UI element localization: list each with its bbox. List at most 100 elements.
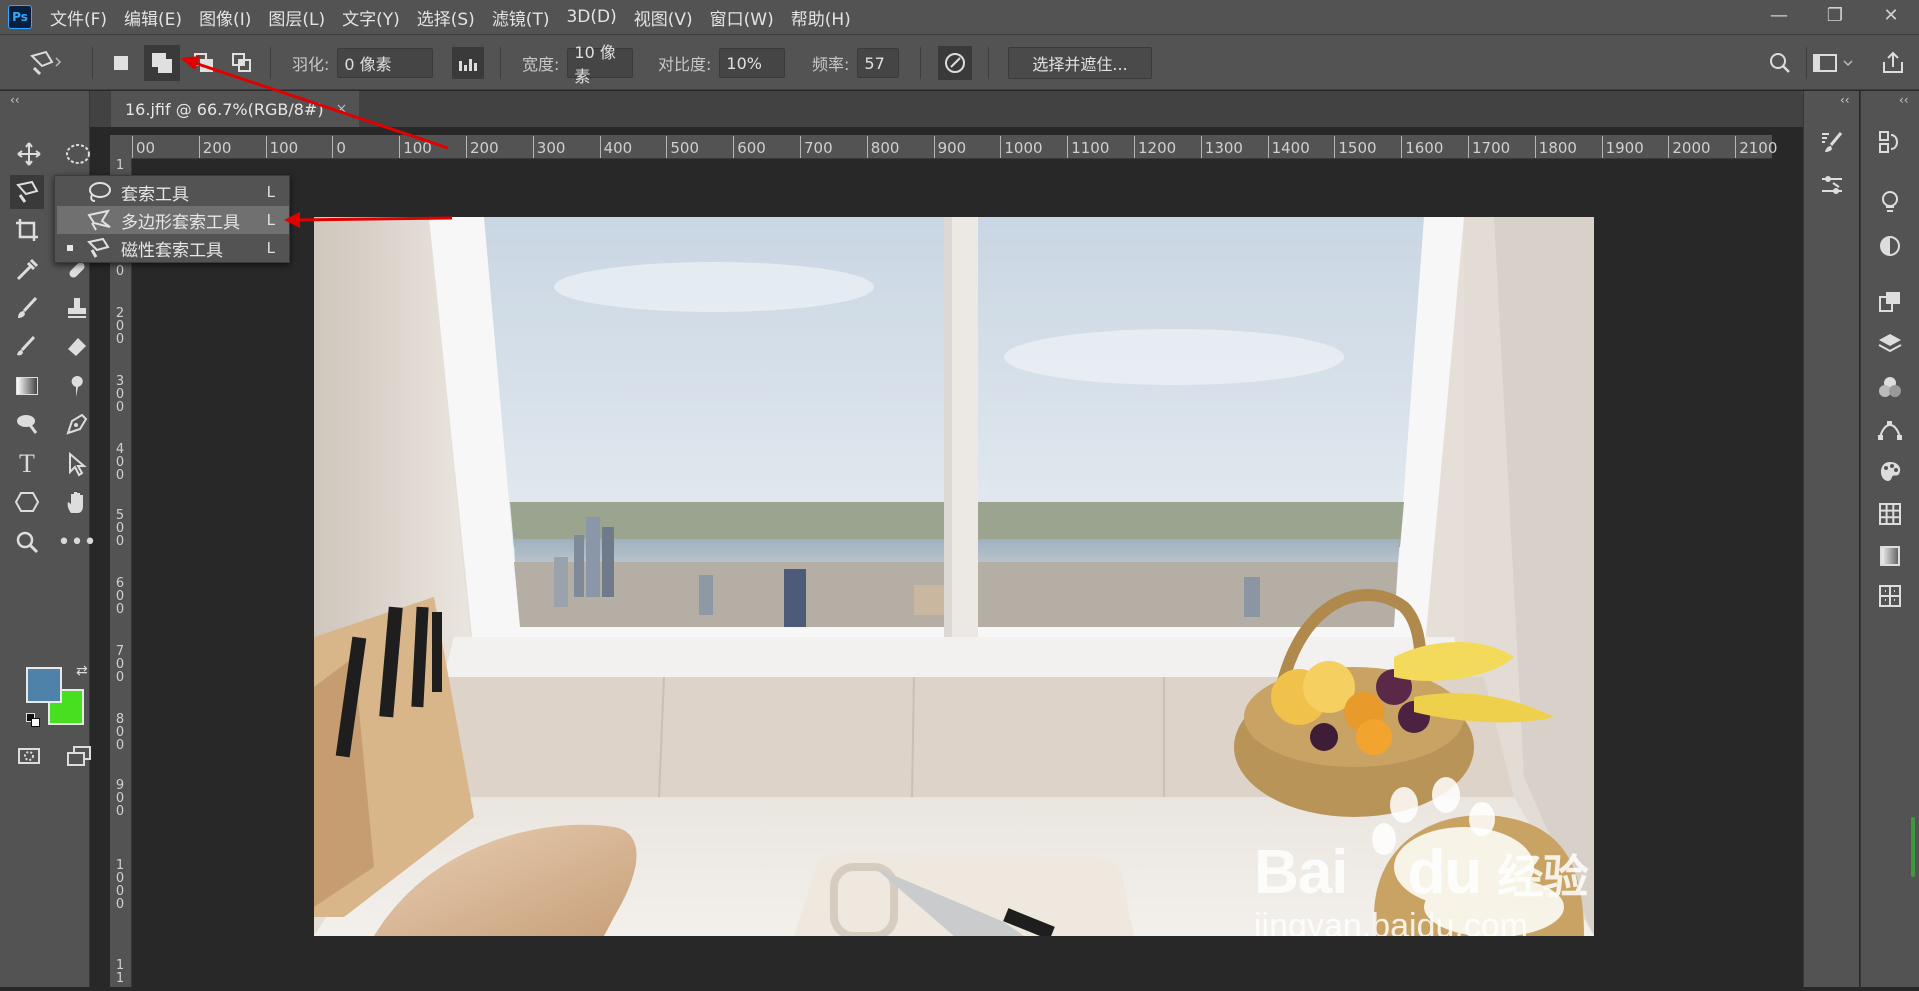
history-brush-icon (17, 335, 36, 356)
menu-layer[interactable]: 图层(L) (268, 5, 325, 30)
collapse-toolbar-icon[interactable]: ‹‹ (10, 93, 20, 107)
ruler-tick-label: 1800 (1538, 139, 1577, 157)
quick-mask-icon (18, 748, 40, 764)
swatches-panel-button[interactable] (1873, 497, 1907, 531)
panel-scrollbar[interactable] (1911, 817, 1915, 877)
add-to-selection-button[interactable] (144, 35, 180, 91)
menu-image[interactable]: 图像(I) (199, 5, 251, 30)
brushes-panel-button[interactable] (1815, 169, 1849, 203)
smudge-tool[interactable] (60, 369, 94, 403)
eyedropper-icon (16, 258, 39, 281)
ruler-tick-label: 900 (937, 139, 967, 157)
stylus-pressure-button[interactable] (938, 35, 972, 91)
hand-tool[interactable] (60, 485, 94, 519)
menu-window[interactable]: 窗口(W) (710, 5, 774, 30)
gradient-tool[interactable] (10, 369, 44, 403)
layers-panel-button[interactable] (1873, 327, 1907, 361)
ruler-tick-label: 1100 (1071, 139, 1110, 157)
ruler-tick-label: 1 1 (115, 958, 125, 986)
select-and-mask-button[interactable]: 选择并遮住... (1008, 47, 1152, 79)
shape-tool[interactable] (10, 485, 44, 519)
flyout-shortcut: L (266, 211, 275, 229)
minimize-button[interactable]: — (1751, 0, 1807, 30)
channels-panel-button[interactable] (1873, 371, 1907, 405)
marquee-tool[interactable] (61, 137, 95, 171)
eraser-tool[interactable] (60, 329, 94, 363)
new-selection-icon (114, 56, 128, 70)
tool-preset-picker[interactable] (26, 35, 62, 91)
contrast-input[interactable]: 10% (719, 48, 786, 78)
restore-button[interactable]: ❐ (1807, 0, 1863, 30)
search-icon (1770, 53, 1790, 73)
history-brush-tool[interactable] (10, 329, 44, 363)
hand-icon (67, 492, 83, 513)
menu-edit[interactable]: 编辑(E) (124, 5, 182, 30)
lasso-tool[interactable] (10, 175, 44, 209)
swatches-grid-icon (1879, 503, 1901, 525)
menu-filter[interactable]: 滤镜(T) (492, 5, 550, 30)
search-button[interactable] (1768, 35, 1792, 91)
libraries-icon (1879, 292, 1900, 312)
share-button[interactable] (1880, 35, 1906, 91)
screen-mode-button[interactable] (62, 739, 96, 773)
new-selection-button[interactable] (114, 35, 128, 91)
more-tools-button[interactable]: ••• (58, 525, 97, 559)
close-window-button[interactable]: ✕ (1863, 0, 1919, 30)
default-colors-icon[interactable] (26, 713, 40, 727)
tablet-pressure-button[interactable] (452, 35, 484, 91)
magnetic-lasso-icon (30, 50, 62, 76)
ruler-tick-label: 1 0 0 0 (115, 858, 125, 912)
menu-type[interactable]: 文字(Y) (342, 5, 400, 30)
pen-tool[interactable] (60, 407, 94, 441)
ruler-tick-label: 100 (403, 139, 432, 157)
flyout-item-polygonal-lasso[interactable]: 多边形套索工具 L (57, 206, 289, 234)
quick-mask-button[interactable] (12, 739, 46, 773)
menu-view[interactable]: 视图(V) (634, 5, 693, 30)
close-tab-icon[interactable]: × (336, 101, 348, 117)
clone-stamp-tool[interactable] (60, 291, 94, 325)
dodge-tool[interactable] (10, 407, 44, 441)
menu-file[interactable]: 文件(F) (50, 5, 107, 30)
swap-colors-icon[interactable]: ⇄ (76, 663, 88, 679)
flyout-item-magnetic-lasso[interactable]: 磁性套索工具 L (57, 234, 289, 262)
paths-panel-button[interactable] (1873, 413, 1907, 447)
intersect-selection-button[interactable] (232, 35, 252, 91)
brush-settings-panel-button[interactable] (1815, 125, 1849, 159)
menu-help[interactable]: 帮助(H) (791, 5, 851, 30)
type-tool[interactable]: T (10, 447, 44, 481)
menu-3d[interactable]: 3D(D) (566, 7, 616, 27)
collapse-dock-icon[interactable]: ‹‹ (1899, 93, 1909, 107)
learn-panel-button[interactable] (1873, 185, 1907, 219)
contrast-label: 对比度: (658, 55, 712, 74)
ruler-origin[interactable] (110, 135, 132, 159)
path-selection-tool[interactable] (60, 447, 94, 481)
lasso-icon (85, 180, 113, 204)
foreground-color-swatch[interactable] (26, 667, 62, 703)
patterns-panel-button[interactable] (1873, 579, 1907, 613)
brush-tool[interactable] (10, 291, 44, 325)
crop-tool[interactable] (10, 213, 44, 247)
adjustments-panel-button[interactable] (1873, 229, 1907, 263)
workspace-button[interactable] (1812, 35, 1856, 91)
libraries-panel-button[interactable] (1873, 285, 1907, 319)
flyout-label-lasso: 套索工具 (121, 184, 189, 205)
move-tool[interactable] (12, 137, 46, 171)
flyout-item-lasso[interactable]: 套索工具 L (57, 178, 289, 206)
vertical-ruler[interactable]: 101 0 02 0 03 0 04 0 05 0 06 0 07 0 08 0… (110, 159, 132, 987)
collapse-dock-icon[interactable]: ‹‹ (1840, 93, 1850, 107)
gradients-panel-button[interactable] (1873, 539, 1907, 573)
screen-mode-icon (67, 746, 91, 766)
subtract-selection-button[interactable] (194, 35, 214, 91)
menu-select[interactable]: 选择(S) (417, 5, 475, 30)
eyedropper-tool[interactable] (10, 253, 44, 287)
zoom-tool[interactable] (10, 525, 44, 559)
history-panel-button[interactable] (1873, 125, 1907, 159)
feather-input[interactable]: 0 像素 (337, 48, 434, 78)
frequency-input[interactable]: 57 (857, 48, 900, 78)
width-input[interactable]: 10 像素 (567, 43, 634, 86)
color-panel-button[interactable] (1873, 455, 1907, 489)
horizontal-ruler[interactable]: 00 200 100 0 100 200 300 400 500 600 700 800 900 1000… (132, 135, 1777, 159)
palette-icon (1880, 462, 1901, 481)
document-tab[interactable]: 16.jfif @ 66.7%(RGB/8#) × (111, 91, 360, 127)
move-icon (17, 142, 41, 166)
